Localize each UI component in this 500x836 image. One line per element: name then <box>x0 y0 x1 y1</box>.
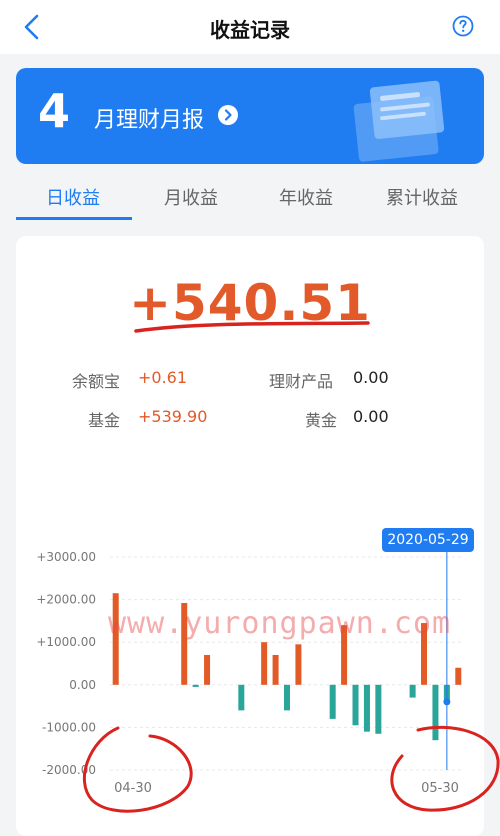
annotation-circles <box>82 725 500 813</box>
